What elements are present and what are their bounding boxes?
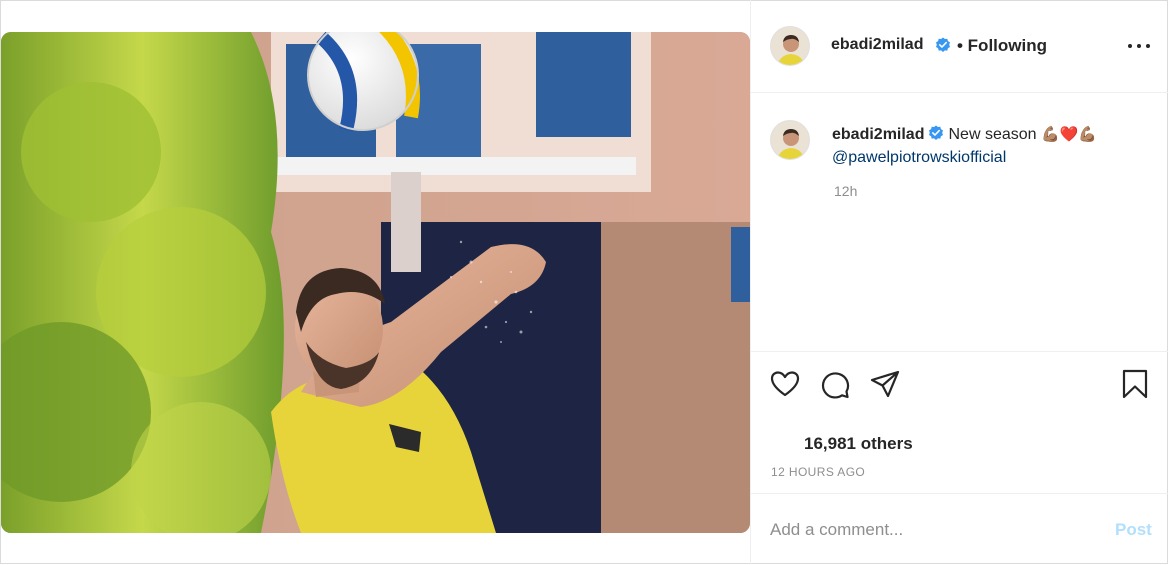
post-photo[interactable] <box>1 32 750 533</box>
bookmark-icon[interactable] <box>1119 368 1151 400</box>
post-timestamp[interactable]: 12 HOURS AGO <box>771 465 865 479</box>
caption-username[interactable]: ebadi2milad <box>832 126 924 143</box>
avatar-image <box>771 27 809 65</box>
post-caption-section: ebadi2milad New season 💪🏽❤️💪🏽 @pawelpiot… <box>751 93 1168 351</box>
caption-body: New season <box>948 126 1037 143</box>
caption-emoji: 💪🏽❤️💪🏽 <box>1040 126 1098 143</box>
more-options-icon[interactable] <box>1128 42 1150 50</box>
verified-badge-icon <box>936 37 950 52</box>
post-comment-button[interactable]: Post <box>1115 520 1152 540</box>
verified-badge-icon <box>929 125 944 140</box>
post-header: ebadi2milad • Following <box>751 0 1168 93</box>
volleyball-player-photo <box>1 32 750 533</box>
caption-mention-link[interactable]: @pawelpiotrowskiofficial <box>832 149 1006 166</box>
add-comment-section: Post <box>751 493 1168 565</box>
post-media <box>1 1 750 563</box>
post-author-username[interactable]: ebadi2milad <box>831 36 923 54</box>
caption-timestamp[interactable]: 12h <box>834 183 857 199</box>
heart-icon[interactable] <box>769 368 801 400</box>
avatar[interactable] <box>770 26 810 66</box>
comment-icon[interactable] <box>819 368 851 400</box>
share-icon[interactable] <box>869 368 901 400</box>
comment-input[interactable] <box>770 518 1090 542</box>
avatar-image <box>771 121 809 159</box>
post-sidebar: ebadi2milad • Following ebadi2milad New … <box>750 0 1168 564</box>
likes-count[interactable]: 16,981 others <box>804 434 913 454</box>
caption-text: ebadi2milad New season 💪🏽❤️💪🏽 @pawelpiot… <box>832 123 1152 169</box>
caption-avatar[interactable] <box>770 120 810 160</box>
post-actions-section: 16,981 others 12 HOURS AGO <box>751 351 1168 494</box>
follow-status-button[interactable]: • Following <box>957 36 1047 56</box>
